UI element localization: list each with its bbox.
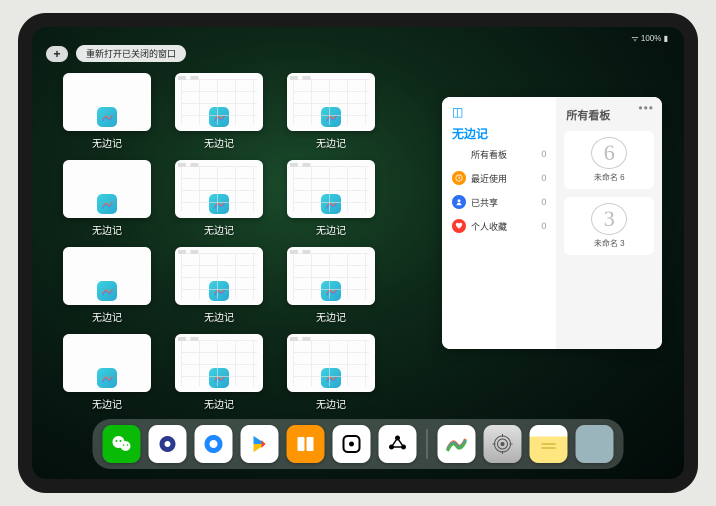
dock-app-qqbrowser[interactable] xyxy=(195,425,233,463)
sidebar-item-shared[interactable]: 已共享 0 xyxy=(452,190,546,214)
window-label: 无边记 xyxy=(92,222,122,237)
window-thumbnail[interactable]: 无边记 xyxy=(62,247,152,324)
window-thumbnail[interactable]: 无边记 xyxy=(286,334,376,411)
board-thumbnail: 6 xyxy=(591,137,627,169)
sidebar-item-label: 已共享 xyxy=(471,196,498,209)
window-thumbnail[interactable]: 无边记 xyxy=(62,334,152,411)
sidebar-item-label: 最近使用 xyxy=(471,172,507,185)
freeform-icon xyxy=(97,107,117,127)
dock-app-freeform[interactable] xyxy=(438,425,476,463)
sidebar-item-count: 0 xyxy=(541,197,546,207)
battery-icon: ▮ xyxy=(664,34,668,43)
freeform-icon xyxy=(97,368,117,388)
panel-title: 无边记 xyxy=(452,125,546,142)
window-label: 无边记 xyxy=(204,309,234,324)
board-label: 未命名 3 xyxy=(594,238,625,249)
dock-separator xyxy=(427,429,428,459)
dock-app-library[interactable] xyxy=(576,425,614,463)
status-right: ᯤ 100% ▮ xyxy=(631,33,668,44)
sidebar-item-recent[interactable]: 最近使用 0 xyxy=(452,166,546,190)
freeform-sidebar-panel[interactable]: ••• ◫ 无边记 所有看板 0 最近使用 0 已共享 xyxy=(442,97,662,349)
battery-label: 100% xyxy=(641,34,661,43)
freeform-icon xyxy=(321,368,341,388)
board-card[interactable]: 6 未命名 6 xyxy=(564,131,654,189)
sidebar-item-favorites[interactable]: 个人收藏 0 xyxy=(452,214,546,238)
sidebar-item-label: 所有看板 xyxy=(471,148,507,161)
wifi-icon: ᯤ xyxy=(631,34,638,43)
sidebar-item-count: 0 xyxy=(541,173,546,183)
dock-app-settings[interactable] xyxy=(484,425,522,463)
window-thumbnail[interactable]: 无边记 xyxy=(286,160,376,237)
window-thumbnail[interactable]: 无边记 xyxy=(174,334,264,411)
dock-app-dice[interactable] xyxy=(333,425,371,463)
app-switcher-grid: 无边记 无边记 无边记 无边记 无边记 无边记 无边记 无边记 无边记 无边记 … xyxy=(62,73,412,411)
freeform-icon xyxy=(321,194,341,214)
window-thumbnail[interactable]: 无边记 xyxy=(286,247,376,324)
freeform-icon xyxy=(209,281,229,301)
reopen-closed-window-button[interactable]: 重新打开已关闭的窗口 xyxy=(76,45,186,62)
sidebar-item-count: 0 xyxy=(541,221,546,231)
freeform-icon xyxy=(97,281,117,301)
window-thumbnail[interactable]: 无边记 xyxy=(62,160,152,237)
window-label: 无边记 xyxy=(316,135,346,150)
dock-app-quark[interactable] xyxy=(149,425,187,463)
panel-content: 所有看板 6 未命名 6 3 未命名 3 xyxy=(556,97,662,349)
freeform-icon xyxy=(321,107,341,127)
freeform-icon xyxy=(209,107,229,127)
window-label: 无边记 xyxy=(204,396,234,411)
window-label: 无边记 xyxy=(92,135,122,150)
clock-icon xyxy=(452,171,466,185)
screen: ᯤ 100% ▮ + 重新打开已关闭的窗口 无边记 无边记 无边记 无边记 无边… xyxy=(32,27,684,479)
dock-app-wechat[interactable] xyxy=(103,425,141,463)
window-label: 无边记 xyxy=(316,309,346,324)
board-card[interactable]: 3 未命名 3 xyxy=(564,197,654,255)
more-icon[interactable]: ••• xyxy=(638,101,654,115)
window-thumbnail[interactable]: 无边记 xyxy=(174,247,264,324)
dock-app-hex[interactable] xyxy=(379,425,417,463)
dock xyxy=(93,419,624,469)
window-label: 无边记 xyxy=(316,222,346,237)
window-label: 无边记 xyxy=(204,135,234,150)
window-thumbnail[interactable]: 无边记 xyxy=(286,73,376,150)
window-label: 无边记 xyxy=(92,396,122,411)
panel-sidebar: ◫ 无边记 所有看板 0 最近使用 0 已共享 0 xyxy=(442,97,556,349)
window-thumbnail[interactable]: 无边记 xyxy=(174,73,264,150)
ipad-frame: ᯤ 100% ▮ + 重新打开已关闭的窗口 无边记 无边记 无边记 无边记 无边… xyxy=(18,13,698,493)
person-icon xyxy=(452,195,466,209)
window-label: 无边记 xyxy=(92,309,122,324)
sidebar-item-all-boards[interactable]: 所有看板 0 xyxy=(452,142,546,166)
freeform-icon xyxy=(321,281,341,301)
freeform-icon xyxy=(97,194,117,214)
heart-icon xyxy=(452,219,466,233)
window-label: 无边记 xyxy=(316,396,346,411)
sidebar-item-label: 个人收藏 xyxy=(471,220,507,233)
freeform-icon xyxy=(209,368,229,388)
board-label: 未命名 6 xyxy=(594,172,625,183)
freeform-icon xyxy=(209,194,229,214)
board-thumbnail: 3 xyxy=(591,203,627,235)
dock-app-play[interactable] xyxy=(241,425,279,463)
window-thumbnail[interactable]: 无边记 xyxy=(62,73,152,150)
topbar: + 重新打开已关闭的窗口 xyxy=(46,45,186,62)
dock-app-books[interactable] xyxy=(287,425,325,463)
grid-icon xyxy=(452,147,466,161)
new-window-button[interactable]: + xyxy=(46,46,68,62)
dock-app-notes[interactable] xyxy=(530,425,568,463)
status-bar: ᯤ 100% ▮ xyxy=(32,31,684,45)
window-label: 无边记 xyxy=(204,222,234,237)
window-thumbnail[interactable]: 无边记 xyxy=(174,160,264,237)
sidebar-item-count: 0 xyxy=(541,149,546,159)
sidebar-toggle-icon[interactable]: ◫ xyxy=(452,105,463,119)
